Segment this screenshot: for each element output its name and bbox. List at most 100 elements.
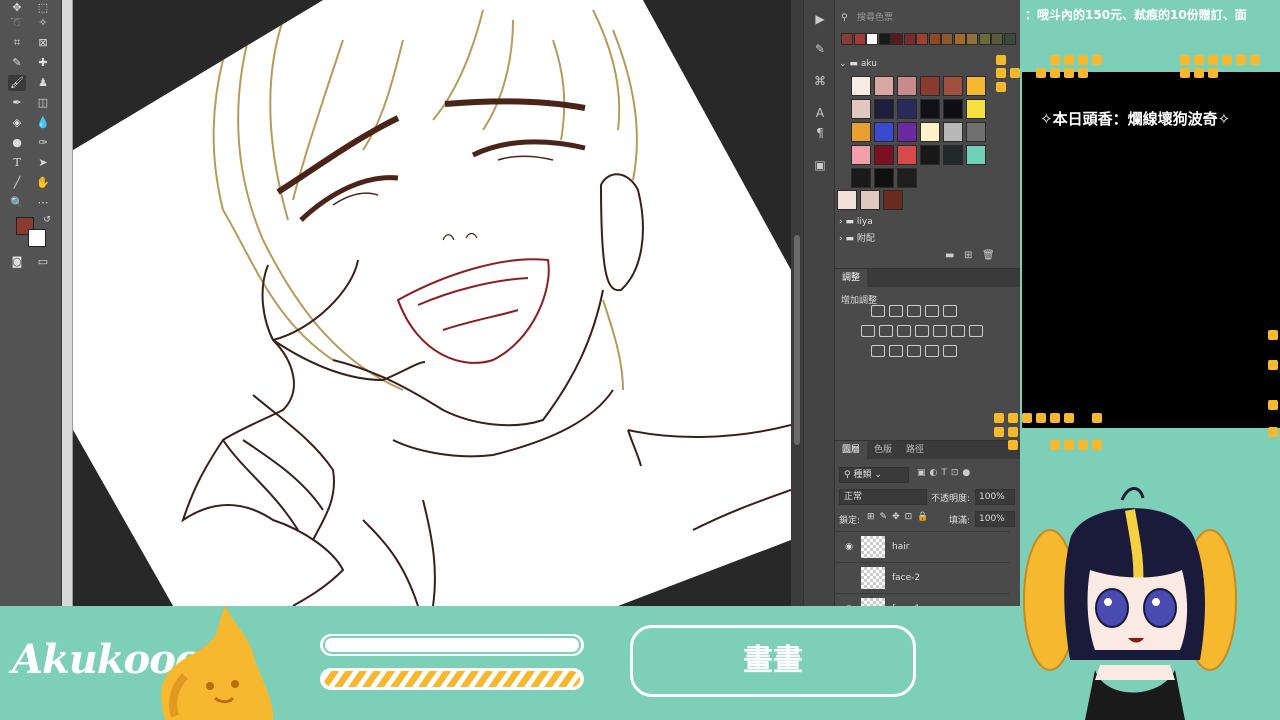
line-tool-icon[interactable]: ╱	[8, 175, 26, 191]
hand-tool-icon[interactable]: ✋	[34, 175, 52, 191]
adjustment-icon[interactable]	[951, 325, 965, 337]
aku-swatch[interactable]	[920, 99, 940, 119]
zoom-tool-icon[interactable]: 🔍	[8, 195, 26, 211]
layer-filter-icons[interactable]: ▣◐T⊡●	[917, 468, 974, 478]
lasso-tool-icon[interactable]: ➰	[8, 15, 26, 31]
lock-icons[interactable]: ⊞✎✥⊡🔒	[867, 512, 933, 522]
image-panel-icon[interactable]: ▣	[810, 156, 830, 174]
loose-swatch[interactable]	[837, 190, 857, 210]
recent-swatch[interactable]	[966, 33, 978, 45]
layer-filter-select[interactable]: ⚲ 種類 ⌄	[839, 467, 909, 483]
stamp-tool-icon[interactable]: ♟	[34, 75, 52, 91]
tab-layers[interactable]: 圖層	[835, 441, 868, 459]
frame-tool-icon[interactable]: ⊠	[34, 35, 52, 51]
swap-colors-icon[interactable]: ↺	[38, 212, 56, 228]
trash-icon[interactable]: 🗑	[982, 250, 995, 261]
adjustment-icon[interactable]	[889, 345, 903, 357]
layer-row[interactable]: ◉face-1	[835, 593, 1010, 606]
aku-swatch[interactable]	[897, 99, 917, 119]
new-group-icon[interactable]: ▬	[945, 250, 954, 261]
aku-swatch[interactable]	[897, 145, 917, 165]
adjustment-icon[interactable]	[907, 345, 921, 357]
aku-swatch[interactable]	[920, 145, 940, 165]
aku-swatch[interactable]	[897, 76, 917, 96]
adjustment-icon[interactable]	[915, 325, 929, 337]
eyedropper-icon[interactable]: ✎	[8, 55, 26, 71]
aku-swatch[interactable]	[966, 145, 986, 165]
aku-swatch[interactable]	[874, 76, 894, 96]
adjustment-icon[interactable]	[925, 345, 939, 357]
aku-swatch[interactable]	[851, 99, 871, 119]
adjustment-icon[interactable]	[889, 305, 903, 317]
recent-swatch[interactable]	[878, 33, 891, 45]
recent-swatch[interactable]	[1003, 33, 1016, 45]
quick-mask-icon[interactable]: ◙	[8, 254, 26, 270]
magic-wand-icon[interactable]: ✧	[34, 15, 52, 31]
spot-heal-icon[interactable]: ✚	[34, 55, 52, 71]
adjustment-icon[interactable]	[943, 345, 957, 357]
aku-swatch[interactable]	[874, 168, 894, 188]
swatch-folder-aku[interactable]: ⌄ ▬ aku	[839, 57, 1014, 71]
aku-swatch[interactable]	[943, 145, 963, 165]
aku-swatch[interactable]	[943, 76, 963, 96]
aku-swatch[interactable]	[943, 122, 963, 142]
adjustment-icon[interactable]	[943, 305, 957, 317]
type-tool-icon[interactable]: T	[8, 155, 26, 171]
crop-tool-icon[interactable]: ⌗	[8, 35, 26, 51]
brush-settings-icon[interactable]: ✎	[810, 40, 830, 58]
blur-tool-icon[interactable]: 💧	[34, 115, 52, 131]
marquee-tool-icon[interactable]: ⬚	[34, 0, 52, 16]
recent-swatch[interactable]	[853, 33, 866, 45]
aku-swatch[interactable]	[874, 122, 894, 142]
adjustment-icon[interactable]	[969, 325, 983, 337]
adjustment-icon[interactable]	[933, 325, 947, 337]
brush-tool-icon[interactable]: 🖌	[8, 75, 26, 91]
pen-tool-icon[interactable]: ✑	[34, 135, 52, 151]
loose-swatch[interactable]	[860, 190, 880, 210]
adjustment-icon[interactable]	[907, 305, 921, 317]
swatch-search-input[interactable]: ⚲ 搜尋色票	[839, 10, 1014, 26]
aku-swatch[interactable]	[943, 99, 963, 119]
brush-presets-icon[interactable]: ⌘	[810, 72, 830, 90]
aku-swatch[interactable]	[851, 145, 871, 165]
aku-swatch[interactable]	[851, 76, 871, 96]
tab-paths[interactable]: 路徑	[899, 441, 931, 459]
eye-icon[interactable]: ◉	[843, 541, 855, 553]
tab-channels[interactable]: 色版	[867, 441, 899, 459]
recent-swatch[interactable]	[916, 33, 928, 45]
aku-swatch[interactable]	[966, 76, 986, 96]
adjustment-icon[interactable]	[925, 305, 939, 317]
new-swatch-icon[interactable]: ⊞	[964, 250, 972, 261]
screen-mode-icon[interactable]: ▭	[34, 254, 52, 270]
aku-swatch[interactable]	[851, 168, 871, 188]
recent-swatch[interactable]	[903, 33, 916, 45]
adjustment-icon[interactable]	[897, 325, 911, 337]
background-color-swatch[interactable]	[28, 229, 46, 247]
history-brush-icon[interactable]: ✒	[8, 95, 26, 111]
recent-swatch[interactable]	[941, 33, 953, 45]
aku-swatch[interactable]	[966, 122, 986, 142]
recent-swatch[interactable]	[891, 33, 903, 45]
recent-swatch[interactable]	[866, 33, 878, 45]
recent-swatch[interactable]	[978, 33, 991, 45]
recent-swatch[interactable]	[928, 33, 941, 45]
loose-swatch[interactable]	[883, 190, 903, 210]
aku-swatch[interactable]	[966, 99, 986, 119]
path-select-icon[interactable]: ➤	[34, 155, 52, 171]
canvas-scrollbar[interactable]	[791, 0, 803, 606]
aku-swatch[interactable]	[897, 122, 917, 142]
play-action-icon[interactable]: ▶	[810, 10, 830, 28]
document-canvas[interactable]	[73, 0, 791, 606]
opacity-field[interactable]: 100%	[975, 489, 1015, 505]
scrollbar-thumb[interactable]	[794, 235, 800, 445]
aku-swatch[interactable]	[920, 122, 940, 142]
adjustment-icon[interactable]	[871, 305, 885, 317]
eraser-tool-icon[interactable]: ◫	[34, 95, 52, 111]
adjustment-icon[interactable]	[861, 325, 875, 337]
swatch-folder-liya[interactable]: › ▬ liya	[839, 215, 1014, 229]
tab-adjustments[interactable]: 調整	[835, 269, 868, 287]
recent-swatch[interactable]	[841, 33, 853, 45]
swatch-folder-other[interactable]: › ▬ 附配	[839, 232, 1014, 242]
paint-bucket-icon[interactable]: ◈	[8, 115, 26, 131]
aku-swatch[interactable]	[920, 76, 940, 96]
